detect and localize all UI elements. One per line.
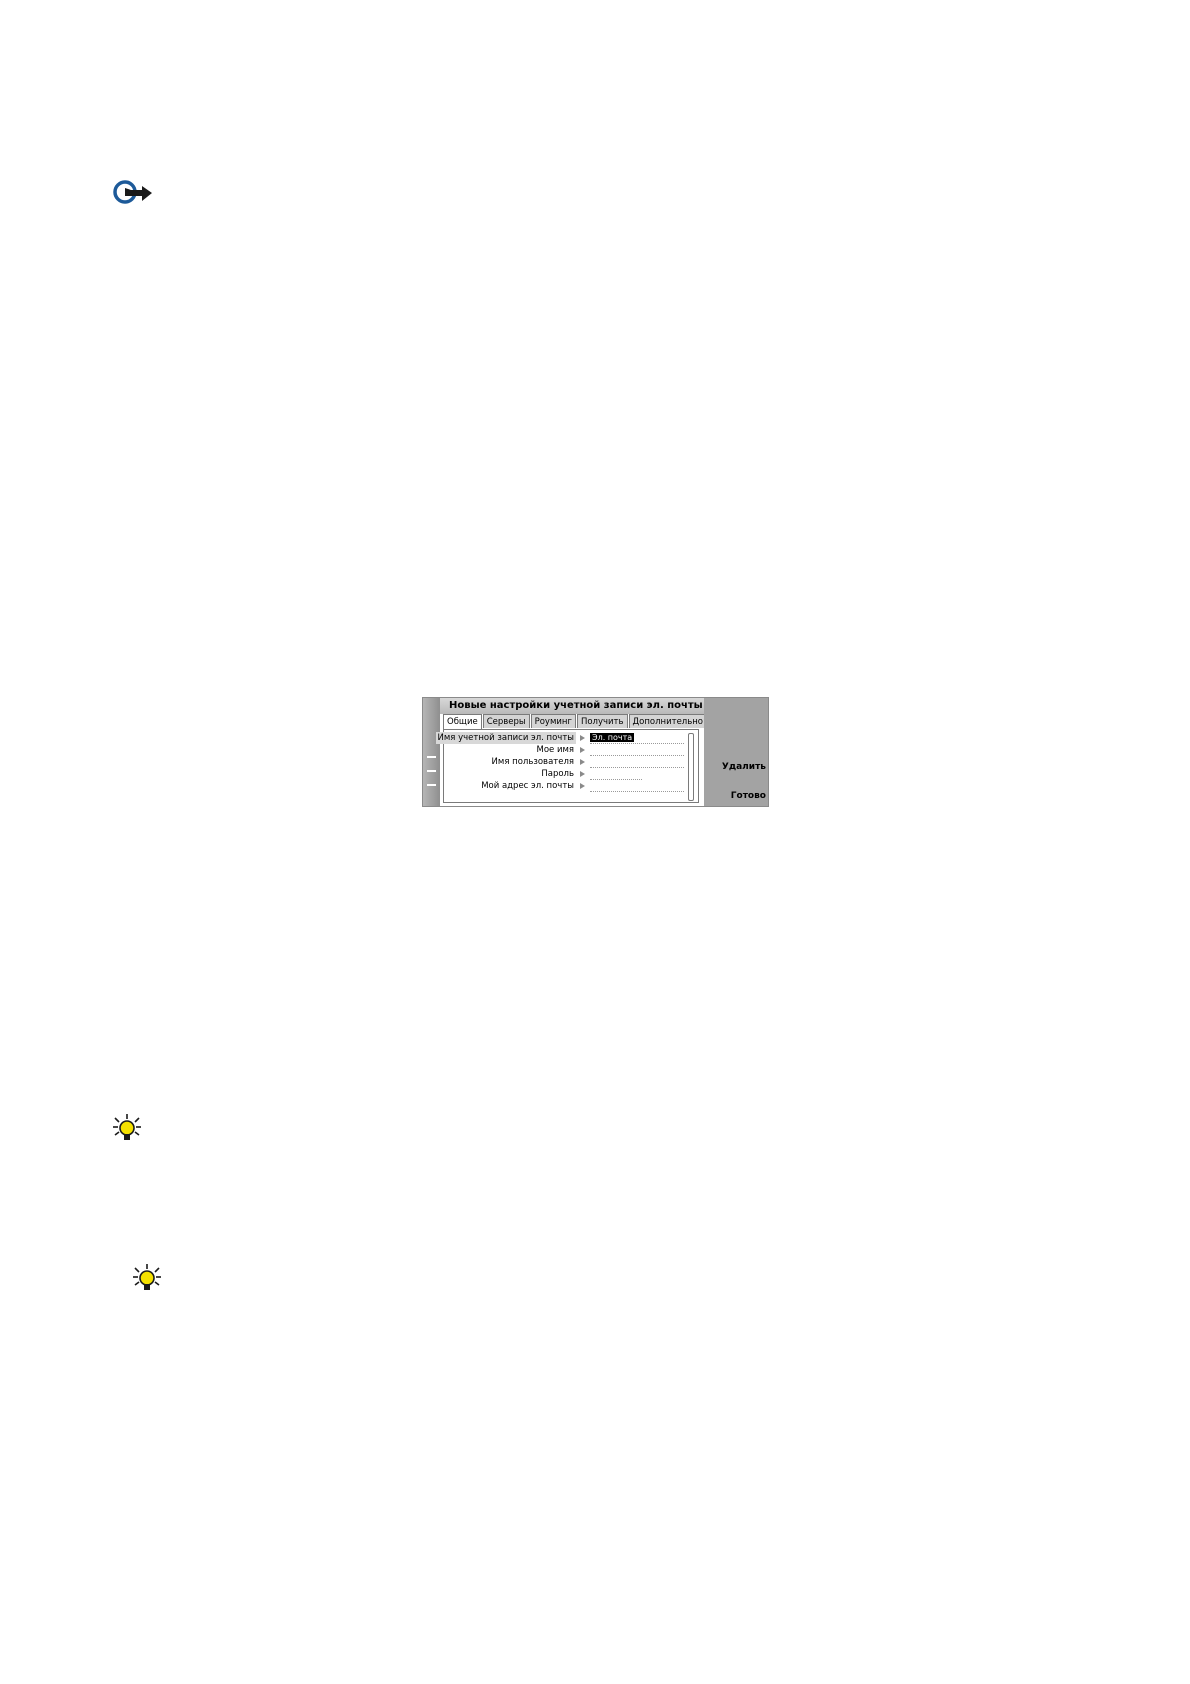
setting-account-name[interactable]: Имя учетной записи эл. почты Эл. почта <box>435 732 684 744</box>
network-indicator-icon <box>427 770 436 772</box>
setting-username[interactable]: Имя пользователя <box>444 756 684 768</box>
arrow-right-icon <box>580 735 585 741</box>
tip-lightbulb-icon <box>133 1264 161 1290</box>
delete-button[interactable]: Удалить <box>722 762 766 772</box>
field-value: Эл. почта <box>590 733 635 742</box>
arrow-right-icon <box>580 771 585 777</box>
indicator-strip <box>423 698 440 806</box>
scrollbar[interactable] <box>688 733 694 801</box>
account-name-field[interactable]: Эл. почта <box>590 733 684 744</box>
settings-panel: Имя учетной записи эл. почты Эл. почта М… <box>435 729 699 803</box>
settings-tabs: Общие Серверы Роуминг Получить Дополните… <box>443 714 708 730</box>
arrow-right-icon <box>580 759 585 765</box>
arrow-right-icon <box>580 783 585 789</box>
setting-my-name[interactable]: Мое имя <box>444 744 684 756</box>
tab-retrieve[interactable]: Получить <box>576 714 628 728</box>
email-address-field[interactable] <box>590 781 684 792</box>
setting-label: Имя пользователя <box>491 757 574 767</box>
arrow-right-icon <box>580 747 585 753</box>
tab-general[interactable]: Общие <box>443 714 482 730</box>
signal-indicator-icon <box>427 756 436 758</box>
setting-password[interactable]: Пароль <box>444 768 684 780</box>
setting-label: Имя учетной записи эл. почты <box>435 732 576 744</box>
tab-servers[interactable]: Серверы <box>482 714 530 728</box>
setting-label: Мой адрес эл. почты <box>481 781 574 791</box>
important-note-icon <box>113 180 152 204</box>
setting-label: Мое имя <box>536 745 574 755</box>
tip-lightbulb-icon <box>113 1114 141 1140</box>
username-field[interactable] <box>590 757 684 768</box>
tab-roaming[interactable]: Роуминг <box>530 714 576 728</box>
my-name-field[interactable] <box>590 745 684 756</box>
setting-label: Пароль <box>541 769 574 779</box>
tab-advanced[interactable]: Дополнительно <box>628 714 707 728</box>
dialog-title: Новые настройки учетной записи эл. почты <box>440 698 704 714</box>
done-button[interactable]: Готово <box>731 791 766 801</box>
command-button-area: Удалить Готово <box>704 698 768 806</box>
email-account-settings-dialog: Новые настройки учетной записи эл. почты… <box>422 697 769 807</box>
battery-indicator-icon <box>427 784 436 786</box>
setting-email-address[interactable]: Мой адрес эл. почты <box>444 780 684 792</box>
password-field[interactable] <box>590 769 642 780</box>
